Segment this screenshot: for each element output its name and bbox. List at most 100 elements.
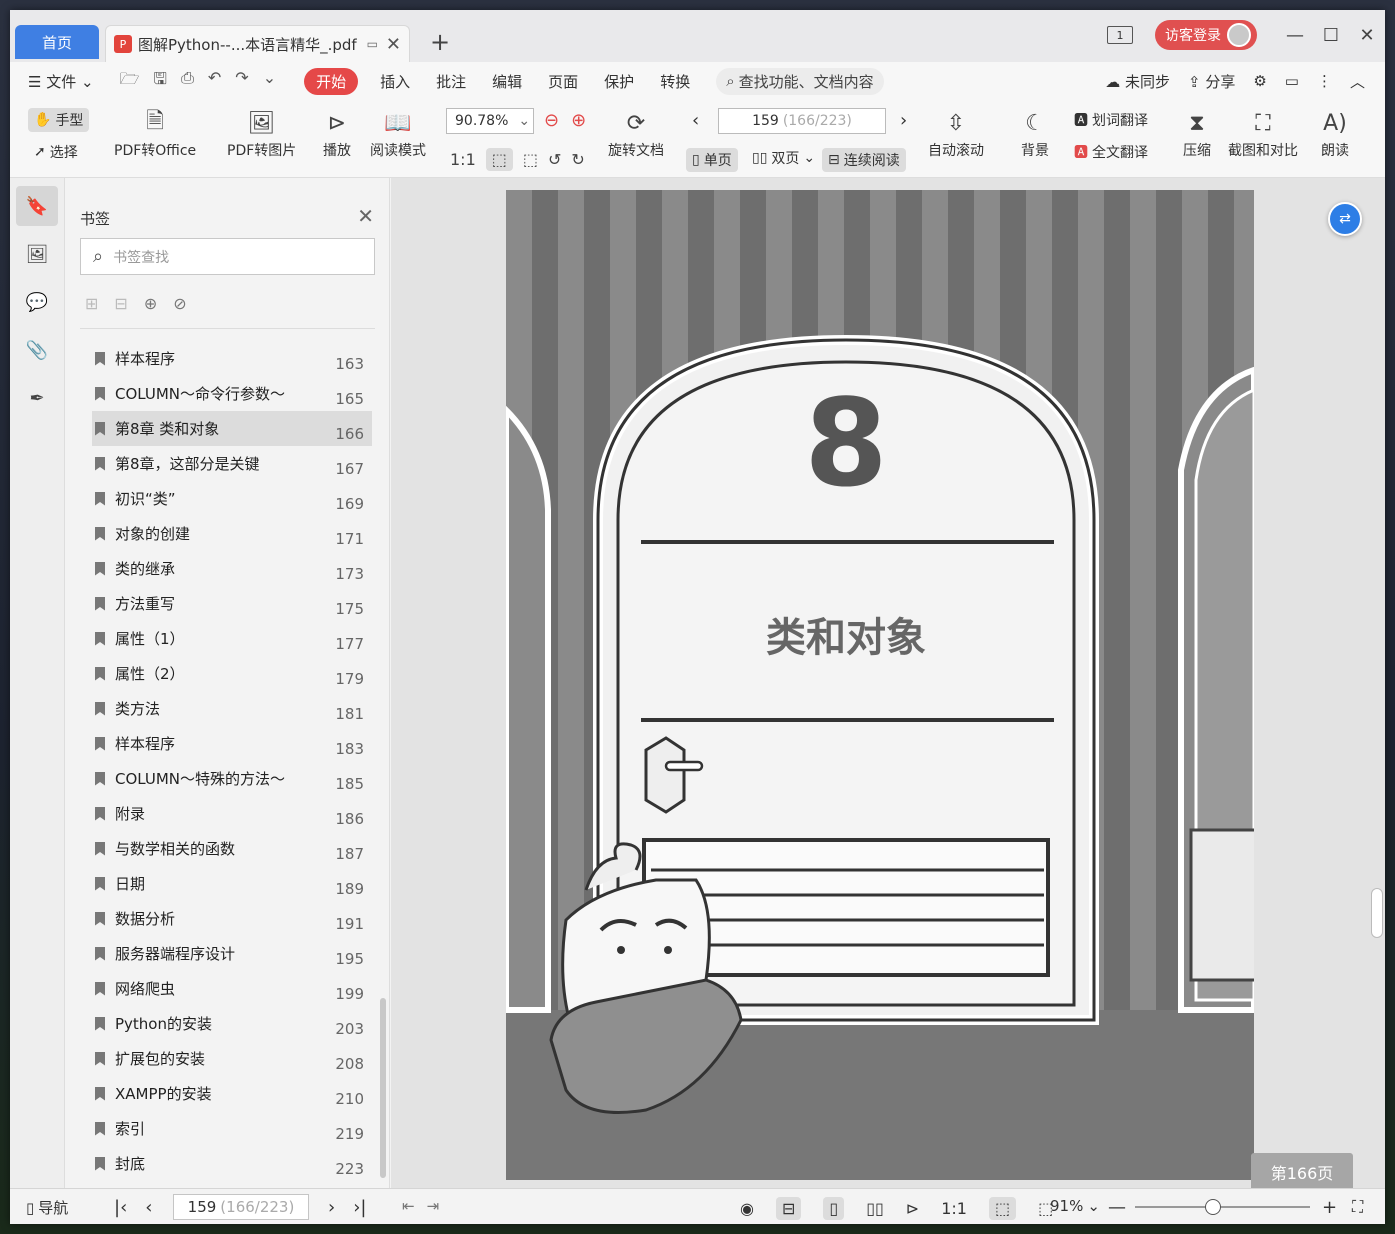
navigation-toggle[interactable]: ▯ 导航: [26, 1197, 68, 1218]
fit-page-icon[interactable]: ⬚: [485, 148, 513, 171]
bookmark-item[interactable]: 与数学相关的函数 187: [92, 831, 372, 866]
bookmark-item[interactable]: 样本程序 163: [92, 341, 372, 376]
bookmark-item[interactable]: 附录 186: [92, 796, 372, 831]
eye-protect-icon[interactable]: ◉: [740, 1199, 754, 1218]
panel-scrollbar[interactable]: [380, 998, 386, 1178]
close-panel-icon[interactable]: ✕: [357, 204, 374, 228]
auto-scroll-button[interactable]: ⇳ 自动滚动: [928, 108, 984, 160]
settings-icon[interactable]: ⚙: [1253, 72, 1266, 90]
close-tab-icon[interactable]: ✕: [386, 34, 401, 55]
bookmark-item[interactable]: 网络爬虫 199: [92, 971, 372, 1006]
more-quick-icon[interactable]: ⌄: [263, 68, 276, 95]
pdf-to-office-button[interactable]: 🗎 PDF转Office: [114, 108, 196, 160]
monitor-icon[interactable]: ▭: [367, 37, 378, 51]
guest-login-button[interactable]: 访客登录: [1155, 20, 1257, 50]
more-icon[interactable]: ⋮: [1317, 72, 1332, 90]
hand-tool-button[interactable]: ✋ 手型: [28, 108, 90, 132]
bookmark-item[interactable]: 服务器端程序设计 195: [92, 936, 372, 971]
double-view-icon[interactable]: ▯▯: [866, 1199, 884, 1218]
status-page-input[interactable]: 159 (166/223): [173, 1194, 309, 1220]
bookmark-item[interactable]: 样本程序 183: [92, 726, 372, 761]
feedback-icon[interactable]: ▭: [1285, 72, 1299, 90]
zoom-in-icon[interactable]: ⊕: [571, 110, 586, 131]
document-scrollbar[interactable]: [1371, 888, 1383, 938]
expand-all-icon[interactable]: ⊞: [85, 294, 98, 313]
bookmark-item[interactable]: 属性（1） 177: [92, 621, 372, 656]
function-search[interactable]: ⌕ 查找功能、文档内容: [716, 67, 884, 95]
play-button[interactable]: ⊳ 播放: [322, 108, 352, 160]
prev-page-icon[interactable]: ‹: [145, 1197, 152, 1218]
single-view-icon[interactable]: ▯: [823, 1197, 845, 1220]
bookmark-item[interactable]: COLUMN～命令行参数～ 165: [92, 376, 372, 411]
bookmark-item[interactable]: 类方法 181: [92, 691, 372, 726]
zoom-slider[interactable]: [1135, 1199, 1310, 1215]
zoom-out-icon[interactable]: ⊖: [544, 110, 559, 131]
status-zoom-select[interactable]: 91% ⌄: [1050, 1197, 1100, 1215]
read-aloud-button[interactable]: A) 朗读: [1320, 108, 1350, 160]
tab-home[interactable]: 首页: [15, 25, 99, 59]
screenshot-compare-button[interactable]: ⛶ 截图和对比: [1228, 108, 1298, 160]
bookmark-item[interactable]: 第8章，这部分是关键 167: [92, 446, 372, 481]
bookmark-item[interactable]: 索引 219: [92, 1111, 372, 1146]
zoom-slider-knob[interactable]: [1205, 1199, 1221, 1215]
rotate-left-icon[interactable]: ↺: [548, 150, 561, 169]
bookmark-item[interactable]: XAMPP的安装 210: [92, 1076, 372, 1111]
bookmark-item[interactable]: 初识“类” 169: [92, 481, 372, 516]
fit-width-icon[interactable]: ⬚: [523, 150, 538, 169]
collapse-all-icon[interactable]: ⊟: [114, 294, 127, 313]
floating-convert-icon[interactable]: ⇄: [1328, 202, 1362, 236]
maximize-button[interactable]: ☐: [1313, 25, 1349, 46]
single-page-button[interactable]: ▯ 单页: [686, 148, 738, 172]
double-page-button[interactable]: ▯▯ 双页 ⌄: [752, 148, 815, 168]
fit-page-icon[interactable]: ⬚: [988, 1197, 1017, 1220]
menu-edit[interactable]: 编辑: [492, 71, 522, 92]
zoom-out-button[interactable]: —: [1108, 1197, 1126, 1218]
file-menu[interactable]: ☰ 文件 ⌄: [28, 71, 94, 92]
sync-button[interactable]: ☁ 未同步: [1105, 71, 1170, 92]
window-count-icon[interactable]: 1: [1107, 26, 1133, 44]
redo-icon[interactable]: ↷: [235, 68, 248, 95]
bookmark-item[interactable]: 方法重写 175: [92, 586, 372, 621]
menu-insert[interactable]: 插入: [380, 71, 410, 92]
full-translate-button[interactable]: 🅰 全文翻译: [1074, 142, 1148, 162]
collapse-ribbon-icon[interactable]: ︿: [1350, 71, 1365, 92]
read-mode-button[interactable]: 📖 阅读模式: [370, 108, 426, 160]
forward-icon[interactable]: ⇥: [427, 1197, 440, 1215]
zoom-in-button[interactable]: +: [1322, 1197, 1337, 1218]
next-page-icon[interactable]: ›: [900, 110, 907, 131]
back-icon[interactable]: ⇤: [402, 1197, 415, 1215]
actual-size-icon[interactable]: 1:1: [450, 150, 476, 169]
save-icon[interactable]: 🖫: [153, 68, 167, 95]
delete-bookmark-icon[interactable]: ⊘: [173, 294, 186, 313]
minimize-button[interactable]: —: [1277, 25, 1313, 46]
attachment-panel-icon[interactable]: 📎: [16, 330, 58, 370]
prev-page-icon[interactable]: ‹: [692, 110, 699, 131]
menu-page[interactable]: 页面: [548, 71, 578, 92]
comment-panel-icon[interactable]: 💬: [16, 282, 58, 322]
continuous-read-button[interactable]: ⊟ 连续阅读: [822, 148, 906, 172]
bookmark-search-input[interactable]: ⌕ 书签查找: [80, 238, 375, 275]
next-page-icon[interactable]: ›: [328, 1197, 335, 1218]
menu-start[interactable]: 开始: [304, 67, 359, 95]
first-page-icon[interactable]: |‹: [114, 1197, 127, 1218]
close-window-button[interactable]: ✕: [1349, 25, 1385, 46]
menu-protect[interactable]: 保护: [604, 71, 634, 92]
document-view[interactable]: 8 类和对象 ⇄ 第166页: [391, 178, 1385, 1191]
select-tool-button[interactable]: ➚ 选择: [34, 142, 78, 162]
zoom-select[interactable]: 90.78% ⌄: [446, 108, 534, 134]
word-translate-button[interactable]: 🅰 划词翻译: [1074, 110, 1148, 130]
signature-panel-icon[interactable]: ✒: [16, 378, 58, 418]
bookmark-item[interactable]: 属性（2） 179: [92, 656, 372, 691]
bookmark-item[interactable]: 数据分析 191: [92, 901, 372, 936]
pdf-to-image-button[interactable]: 🖼 PDF转图片: [227, 108, 296, 160]
play-icon[interactable]: ⊳: [906, 1199, 919, 1218]
last-page-icon[interactable]: ›|: [353, 1197, 366, 1218]
bookmark-item[interactable]: 扩展包的安装 208: [92, 1041, 372, 1076]
bookmark-item[interactable]: 类的继承 173: [92, 551, 372, 586]
menu-annotate[interactable]: 批注: [436, 71, 466, 92]
rotate-right-icon[interactable]: ↻: [571, 150, 584, 169]
add-bookmark-icon[interactable]: ⊕: [144, 294, 157, 313]
bookmark-item[interactable]: 第8章 类和对象 166: [92, 411, 372, 446]
bookmark-item[interactable]: 日期 189: [92, 866, 372, 901]
print-icon[interactable]: ⎙: [181, 68, 194, 95]
